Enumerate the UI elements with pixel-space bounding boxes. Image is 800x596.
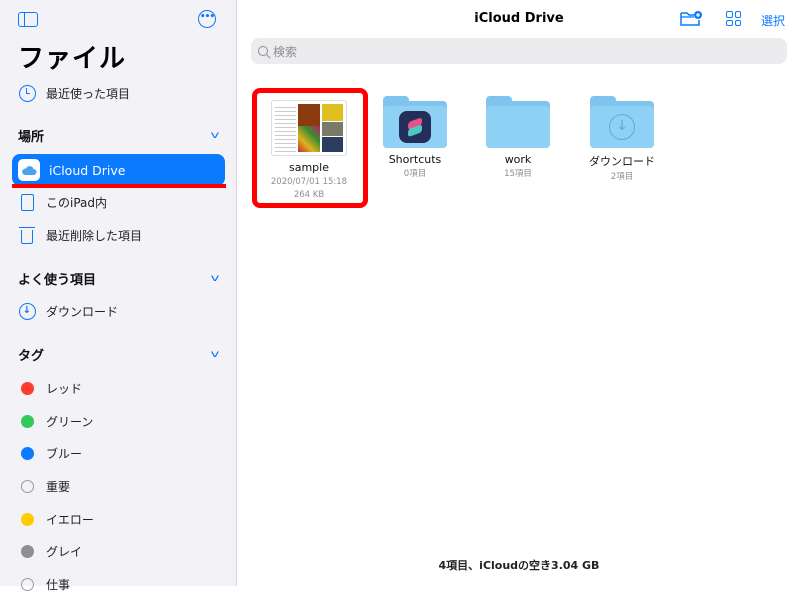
section-favorites[interactable]: よく使う項目 v: [18, 269, 220, 288]
section-locations[interactable]: 場所 v: [18, 126, 220, 145]
page-title: ファイル: [18, 44, 127, 74]
sidebar-tag-important[interactable]: 重要: [18, 474, 224, 498]
more-icon[interactable]: •••: [198, 10, 216, 28]
folder-item-shortcuts[interactable]: Shortcuts 0項目: [365, 96, 465, 181]
tag-label: 仕事: [46, 577, 71, 592]
sidebar-tag-yellow[interactable]: イエロー: [18, 507, 224, 531]
tag-dot-icon: [20, 381, 34, 395]
folder-icon: [486, 96, 550, 148]
tag-label: グレイ: [46, 544, 83, 559]
item-count: 0項目: [403, 169, 427, 179]
sidebar-item-label: iCloud Drive: [49, 162, 126, 178]
sidebar-item-recents[interactable]: 最近使った項目: [18, 81, 224, 105]
sidebar-item-downloads[interactable]: ↓ ダウンロード: [18, 299, 224, 323]
tag-label: 重要: [46, 479, 71, 494]
select-button[interactable]: 選択: [761, 12, 785, 29]
sidebar-item-icloud-drive[interactable]: iCloud Drive: [12, 154, 225, 186]
item-name: work: [504, 153, 532, 166]
tag-label: レッド: [46, 381, 83, 396]
highlight-underline: [12, 184, 226, 188]
chevron-down-icon[interactable]: v: [211, 273, 220, 284]
tag-dot-icon: [20, 414, 34, 428]
tag-dot-icon: [20, 577, 34, 591]
download-icon: ↓: [609, 114, 635, 140]
search-placeholder: 検索: [273, 44, 298, 59]
trash-icon: [19, 226, 35, 244]
chevron-down-icon[interactable]: v: [211, 349, 220, 360]
download-icon: ↓: [18, 302, 36, 320]
sidebar-item-label: ダウンロード: [46, 304, 119, 319]
folder-item-work[interactable]: work 15項目: [468, 96, 568, 181]
sidebar-tag-green[interactable]: グリーン: [18, 409, 224, 433]
sidebar-item-recently-deleted[interactable]: 最近削除した項目: [18, 223, 224, 247]
folder-item-downloads[interactable]: ↓ ダウンロード 2項目: [572, 96, 672, 184]
sidebar-item-on-my-ipad[interactable]: このiPad内: [18, 190, 224, 214]
section-tags[interactable]: タグ v: [18, 345, 220, 364]
folder-icon: ↓: [590, 96, 654, 148]
tag-dot-icon: [20, 479, 34, 493]
sidebar: ••• ファイル 最近使った項目 場所 v iCloud Drive このiPa…: [0, 0, 237, 592]
chevron-down-icon[interactable]: v: [211, 130, 220, 141]
tag-dot-icon: [20, 544, 34, 558]
item-name: Shortcuts: [388, 153, 442, 166]
sidebar-toggle-icon[interactable]: [18, 12, 38, 27]
sidebar-tag-blue[interactable]: ブルー: [18, 441, 224, 465]
tag-dot-icon: [20, 512, 34, 526]
section-header: タグ: [18, 349, 45, 364]
icloud-icon: [18, 159, 40, 181]
search-icon: [258, 46, 268, 56]
sidebar-tag-work[interactable]: 仕事: [18, 572, 224, 596]
highlight-box: [252, 88, 368, 208]
item-count: 2項目: [610, 172, 634, 182]
ipad-icon: [20, 193, 34, 211]
sidebar-tag-red[interactable]: レッド: [18, 376, 224, 400]
section-header: 場所: [18, 130, 45, 145]
sidebar-item-label: 最近削除した項目: [46, 228, 143, 243]
grid-view-icon[interactable]: [726, 11, 741, 26]
location-title: iCloud Drive: [474, 11, 564, 26]
storage-status: 4項目、iCloudの空き3.04 GB: [438, 559, 600, 572]
clock-icon: [18, 84, 36, 102]
tag-label: イエロー: [46, 512, 94, 527]
section-header: よく使う項目: [18, 273, 97, 288]
folder-icon: [383, 96, 447, 148]
item-name: ダウンロード: [589, 155, 655, 168]
search-input[interactable]: 検索: [251, 38, 787, 64]
sidebar-item-label: このiPad内: [46, 195, 108, 210]
tag-label: ブルー: [46, 446, 83, 461]
shortcuts-app-icon: [399, 111, 431, 143]
sidebar-item-label: 最近使った項目: [46, 86, 131, 101]
tag-dot-icon: [20, 446, 34, 460]
sidebar-tag-gray[interactable]: グレイ: [18, 539, 224, 563]
tag-label: グリーン: [46, 414, 94, 429]
item-count: 15項目: [504, 169, 532, 179]
new-folder-icon[interactable]: [680, 10, 702, 26]
